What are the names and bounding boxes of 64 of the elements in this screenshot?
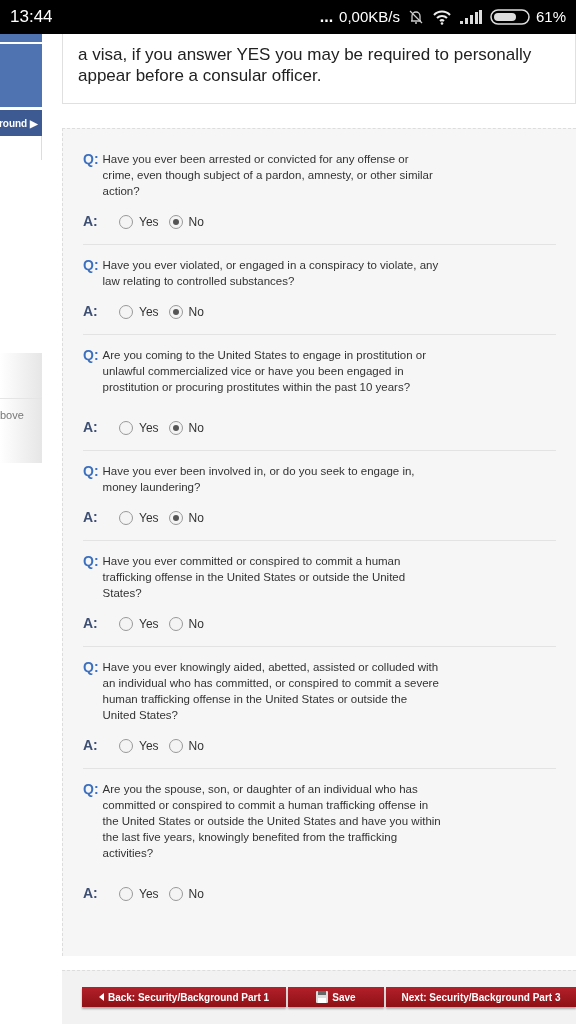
radio-button[interactable] (119, 420, 133, 435)
radio-button[interactable] (119, 510, 133, 525)
radio-button[interactable] (168, 304, 183, 319)
intro-text: a visa, if you answer YES you may be required to personally appear before a consular officer. (78, 44, 533, 86)
panel-text: bove (0, 408, 25, 423)
radio-option[interactable]: No (168, 884, 204, 903)
answer-marker: A: (83, 736, 99, 755)
next-button[interactable]: Next: Security/Background Part 3 (386, 987, 576, 1007)
signal-icon (459, 10, 482, 24)
radio-option[interactable]: No (168, 212, 204, 231)
battery-icon (489, 9, 530, 25)
answer-marker: A: (83, 418, 99, 437)
answer-marker: A: (83, 212, 99, 231)
answer-marker: A: (83, 884, 99, 903)
radio-button[interactable] (168, 738, 183, 753)
radio-button[interactable] (119, 214, 133, 229)
network-speed-text: 0,00KB/s (339, 6, 400, 27)
radio-button[interactable] (168, 510, 183, 525)
answer-marker: A: (83, 508, 99, 527)
battery-percent-text: 61% (535, 6, 566, 27)
question-text: Have you ever committed or conspired to commit a human trafficking offense in the United States or outside the United States? (102, 554, 407, 601)
answer-marker: A: (83, 302, 99, 321)
question-marker: Q: (83, 347, 99, 365)
radio-button[interactable] (168, 886, 183, 901)
radio-button[interactable] (119, 616, 133, 631)
question-marker: Q: (83, 257, 99, 275)
back-button[interactable]: Back: Security/Background Part 1 (82, 987, 286, 1007)
radio-option[interactable]: Yes (119, 212, 159, 231)
radio-button[interactable] (168, 214, 183, 229)
question-marker: Q: (83, 659, 99, 677)
muted-bell-icon (407, 9, 424, 25)
radio-option[interactable]: No (168, 736, 204, 755)
radio-option[interactable]: Yes (119, 736, 159, 755)
answer-marker: A: (83, 614, 99, 633)
question-marker: Q: (83, 463, 99, 481)
radio-option[interactable]: No (168, 418, 204, 437)
sidebar-nav-item[interactable]: round ▶ (0, 110, 42, 136)
question-marker: Q: (83, 781, 99, 799)
radio-button[interactable] (168, 616, 183, 631)
radio-option[interactable]: Yes (119, 418, 159, 437)
radio-button[interactable] (119, 886, 133, 901)
radio-option[interactable]: Yes (119, 884, 159, 903)
radio-option[interactable]: No (168, 302, 204, 321)
radio-button[interactable] (119, 304, 133, 319)
question-text: Have you ever been arrested or convicted for any offense or crime, even though subject of a pardon, amnesty, or other similar action? (102, 152, 434, 199)
question-text: Have you ever knowingly aided, abetted, assisted or colluded with an individual who has committed, or conspired to commit a severe human trafficking offense in the United States or outside the United States? (102, 660, 440, 723)
question-text: Have you ever been involved in, or do you seek to engage in, money laundering? (102, 464, 416, 495)
question-text: Have you ever violated, or engaged in a conspiracy to violate, any law relating to controlled substances? (102, 258, 440, 289)
radio-option[interactable]: No (168, 508, 204, 527)
more-dots-text: ... (319, 7, 334, 27)
question-marker: Q: (83, 553, 99, 571)
wifi-icon (431, 9, 452, 25)
question-text: Are you coming to the United States to engage in prostitution or unlawful commercialized vice or have you been engaged in prostitution or procuring prostitutes within the past 10 years? (102, 348, 428, 395)
radio-option[interactable]: No (168, 614, 204, 633)
radio-option[interactable]: Yes (119, 302, 159, 321)
radio-button[interactable] (119, 738, 133, 753)
radio-option[interactable]: Yes (119, 614, 159, 633)
question-text: Are you the spouse, son, or daughter of an individual who has committed or conspired to commit a human trafficking offense in the United States or outside the United States and have you within the last five years, knowingly benefited from the trafficking activities? (102, 782, 442, 861)
radio-option[interactable]: Yes (119, 508, 159, 527)
save-button[interactable]: Save (288, 987, 384, 1007)
clock-text: 13:44 (10, 6, 53, 29)
question-marker: Q: (83, 151, 99, 169)
left-triangle-icon (98, 993, 104, 1001)
radio-button[interactable] (168, 420, 183, 435)
